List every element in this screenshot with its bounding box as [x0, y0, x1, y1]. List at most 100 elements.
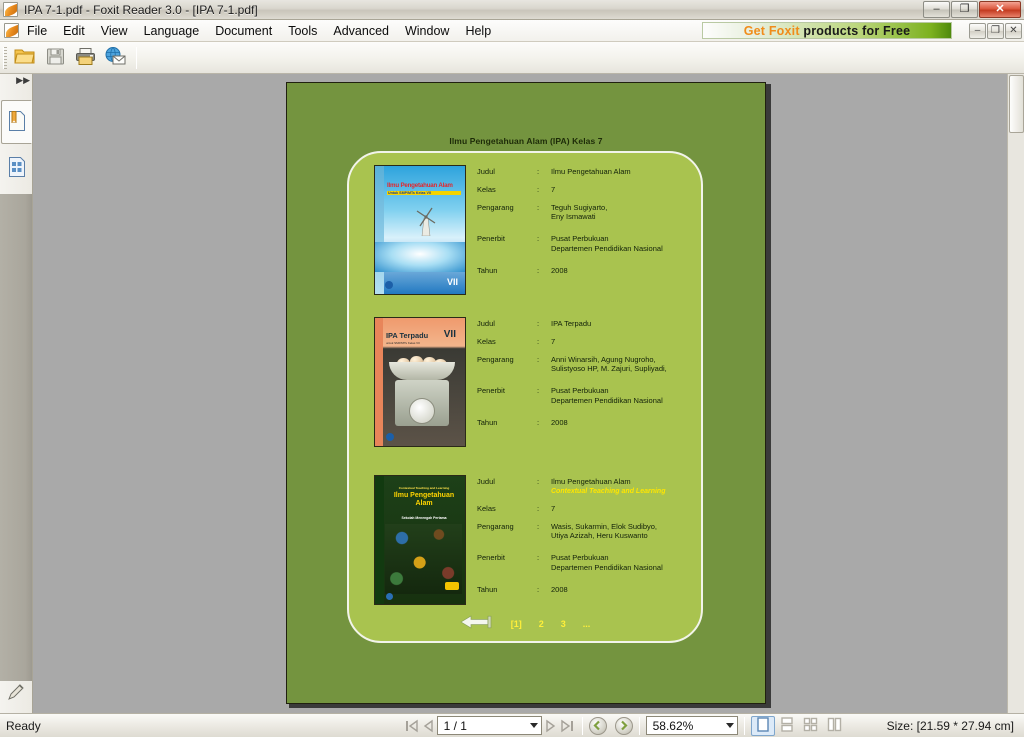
cover-title: Ilmu Pengetahuan Alam — [387, 182, 453, 189]
page-link-1[interactable]: [1] — [511, 619, 522, 629]
menu-help[interactable]: Help — [457, 21, 499, 41]
sidebar-item-pages[interactable] — [1, 146, 32, 190]
two-page-icon — [827, 717, 842, 735]
menu-tools[interactable]: Tools — [280, 21, 325, 41]
mdi-restore-button[interactable]: ❐ — [987, 23, 1004, 39]
save-button[interactable] — [41, 45, 69, 71]
cover-title: Ilmu Pengetahuan Alam — [393, 492, 455, 507]
menu-view[interactable]: View — [93, 21, 136, 41]
label-tahun: Tahun — [477, 417, 498, 427]
pdf-page: Ilmu Pengetahuan Alam (IPA) Kelas 7 Ilmu… — [286, 82, 766, 704]
page-link-3[interactable]: 3 — [561, 619, 566, 629]
menu-edit[interactable]: Edit — [55, 21, 93, 41]
book-cover-ipa-terpadu: IPA Terpadu untuk SMP/MTs Kelas VII VII — [374, 317, 466, 447]
facing-layout-button[interactable] — [799, 716, 823, 736]
double-chevron-right-icon[interactable]: ▶▶ — [16, 75, 30, 86]
status-text: Ready — [6, 718, 41, 733]
label-kelas: Kelas — [477, 503, 496, 513]
navigate-forward-icon[interactable] — [614, 716, 633, 735]
value-tahun: 2008 — [551, 417, 568, 427]
label-penerbit: Penerbit — [477, 553, 505, 563]
page-title: Ilmu Pengetahuan Alam (IPA) Kelas 7 — [449, 136, 603, 146]
cover-grade: VII — [446, 277, 458, 287]
content-panel: Ilmu Pengetahuan Alam Untuk SMP/MTs Kela… — [347, 151, 703, 643]
last-page-icon[interactable] — [559, 717, 576, 734]
next-page-icon[interactable] — [542, 717, 559, 734]
book-entry: IPA Terpadu untuk SMP/MTs Kelas VII VII — [349, 311, 701, 459]
previous-page-icon[interactable] — [420, 717, 437, 734]
document-viewport[interactable]: Ilmu Pengetahuan Alam (IPA) Kelas 7 Ilmu… — [33, 74, 1024, 713]
title-main: Ilmu Pengetahuan Alam — [551, 477, 631, 486]
separator — [581, 716, 583, 735]
pen-icon[interactable] — [6, 682, 26, 705]
label-judul: Judul — [477, 319, 495, 328]
sidebar-item-bookmarks[interactable] — [1, 100, 32, 144]
value-judul: Ilmu Pengetahuan Alam Contextual Teachin… — [551, 477, 701, 496]
email-button[interactable] — [101, 45, 129, 71]
continuous-facing-layout-button[interactable] — [823, 716, 847, 736]
value-pengarang: Wasis, Sukarmin, Elok Sudibyo, Utiya Azi… — [551, 521, 701, 542]
cover-ctl-label: Contextual Teaching and Learning — [398, 486, 450, 490]
single-page-layout-button[interactable] — [750, 715, 775, 736]
cover-grade: VII — [443, 329, 456, 340]
book-entry: Contextual Teaching and Learning Ilmu Pe… — [349, 469, 701, 617]
first-page-icon[interactable] — [403, 717, 420, 734]
mdi-close-button[interactable]: ✕ — [1005, 23, 1022, 39]
foxit-reader-window: IPA 7-1.pdf - Foxit Reader 3.0 - [IPA 7-… — [0, 0, 1024, 737]
left-arrow-icon[interactable] — [460, 614, 494, 633]
value-penerbit: Pusat Perbukuan Departemen Pendidikan Na… — [551, 553, 701, 573]
menu-advanced[interactable]: Advanced — [325, 21, 397, 41]
colon: : — [537, 265, 540, 275]
zoom-level-value: 58.62% — [652, 718, 694, 733]
bookmark-page-icon — [7, 110, 27, 135]
book-cover-ipa-ctl: Contextual Teaching and Learning Ilmu Pe… — [374, 475, 466, 605]
maximize-button[interactable]: ❐ — [951, 1, 978, 18]
publisher-line-1: Pusat Perbukuan — [551, 386, 609, 395]
menu-bar: File Edit View Language Document Tools A… — [0, 20, 1024, 42]
vertical-scrollbar[interactable] — [1007, 74, 1024, 713]
value-tahun: 2008 — [551, 584, 568, 594]
title-subtitle: Contextual Teaching and Learning — [551, 487, 666, 495]
four-page-icon — [803, 717, 818, 735]
page-link-more[interactable]: ... — [583, 619, 591, 629]
menu-file[interactable]: File — [19, 21, 55, 41]
label-kelas: Kelas — [477, 336, 496, 346]
toolbar-grip[interactable] — [3, 46, 7, 69]
continuous-layout-button[interactable] — [775, 716, 799, 736]
close-button[interactable]: ✕ — [979, 1, 1021, 18]
author-line-1: Wasis, Sukarmin, Elok Sudibyo, — [551, 521, 658, 531]
mdi-minimize-button[interactable]: – — [969, 23, 986, 39]
label-pengarang: Pengarang — [477, 354, 514, 364]
minimize-button[interactable]: – — [923, 1, 950, 18]
separator — [743, 716, 745, 735]
menu-window[interactable]: Window — [397, 21, 457, 41]
author-line-1: Anni Winarsih, Agung Nugroho, — [551, 354, 656, 364]
value-penerbit: Pusat Perbukuan Departemen Pendidikan Na… — [551, 386, 701, 406]
window-title: IPA 7-1.pdf - Foxit Reader 3.0 - [IPA 7-… — [24, 2, 258, 17]
print-button[interactable] — [71, 45, 99, 71]
label-kelas: Kelas — [477, 184, 496, 194]
scrollbar-thumb[interactable] — [1009, 75, 1024, 133]
sidebar-background — [0, 194, 32, 681]
value-tahun: 2008 — [551, 265, 568, 275]
open-file-button[interactable] — [11, 45, 39, 71]
colon: : — [537, 477, 540, 486]
page-number-field[interactable]: 1 / 1 — [436, 716, 542, 735]
publisher-line-1: Pusat Perbukuan — [551, 553, 609, 563]
menu-language[interactable]: Language — [136, 21, 208, 41]
chevron-down-icon[interactable] — [529, 723, 538, 728]
printer-icon — [75, 47, 96, 69]
publisher-line-2: Departemen Pendidikan Nasional — [551, 395, 663, 405]
colon: : — [537, 417, 540, 427]
navigate-back-icon[interactable] — [588, 716, 607, 735]
value-judul: IPA Terpadu — [551, 319, 592, 328]
chevron-down-icon[interactable] — [725, 723, 734, 728]
mdi-window-controls: – ❐ ✕ — [969, 23, 1022, 39]
zoom-level-field[interactable]: 58.62% — [645, 716, 738, 735]
value-kelas: 7 — [551, 336, 556, 346]
value-penerbit: Pusat Perbukuan Departemen Pendidikan Na… — [551, 234, 701, 254]
value-pengarang: Anni Winarsih, Agung Nugroho, Sulistyoso… — [551, 354, 701, 375]
menu-document[interactable]: Document — [207, 21, 280, 41]
foxit-promo-banner[interactable]: Get Foxit products for Free — [702, 22, 952, 39]
page-link-2[interactable]: 2 — [539, 619, 544, 629]
